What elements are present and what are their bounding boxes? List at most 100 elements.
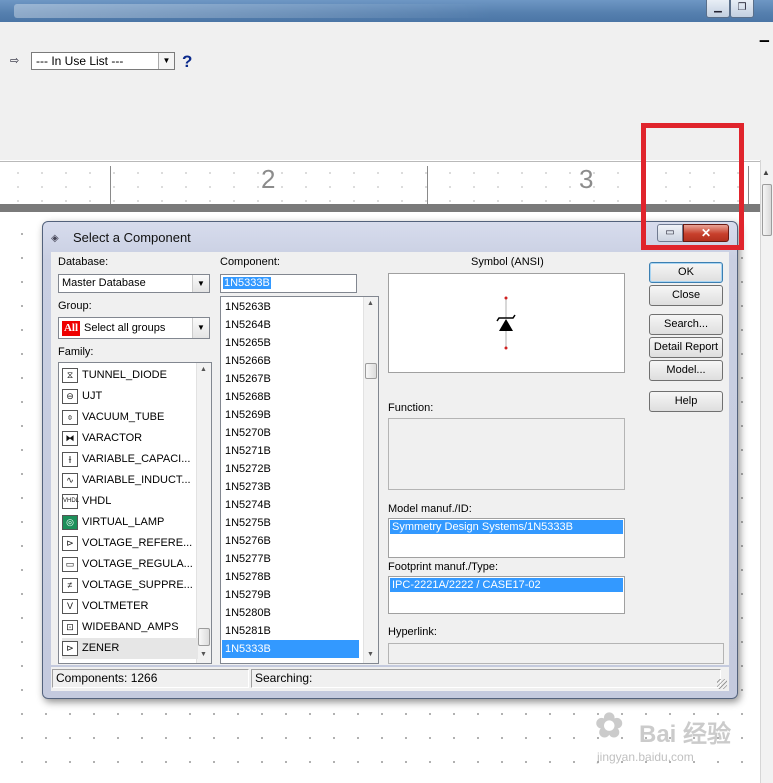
family-item[interactable]: ⊳ ZENER (62, 638, 198, 659)
tunnel-diode-icon: ⧖ (62, 367, 78, 383)
help-button[interactable]: ? (182, 52, 192, 72)
baidu-jingyan-watermark: ✿ Bai 经验 jingyan.baidu.com (595, 700, 765, 770)
main-minimize-button[interactable]: ▁ (706, 0, 730, 18)
footprint-list[interactable]: IPC-2221A/2222 / CASE17-02 (388, 576, 625, 614)
dialog-app-icon: ◈ (51, 233, 59, 244)
component-item[interactable]: 1N5281B (222, 622, 359, 640)
in-use-list-select[interactable]: --- In Use List --- ▼ (31, 52, 175, 70)
status-searching: Searching: (251, 669, 721, 688)
canvas-vertical-scrollbar[interactable]: ▲ (760, 160, 773, 783)
family-item[interactable]: ⊖ UJT (62, 386, 198, 407)
component-item[interactable]: 1N5271B (222, 442, 359, 460)
database-value: Master Database (62, 277, 146, 289)
model-list[interactable]: Symmetry Design Systems/1N5333B (388, 518, 625, 558)
chevron-down-icon[interactable]: ▼ (192, 275, 209, 292)
database-label: Database: (58, 256, 109, 268)
wideband-amps-icon: ⊡ (62, 619, 78, 635)
close-button[interactable]: Close (649, 285, 723, 306)
family-list-scrollbar[interactable]: ▲ ▼ (196, 363, 211, 663)
chevron-down-icon[interactable]: ▼ (158, 53, 174, 69)
component-item[interactable]: 1N5268B (222, 388, 359, 406)
scroll-thumb[interactable] (762, 184, 772, 236)
component-list-scrollbar[interactable]: ▲ ▼ (363, 297, 378, 663)
scroll-down-icon[interactable]: ▼ (200, 651, 207, 658)
component-item[interactable]: 1N5269B (222, 406, 359, 424)
component-item[interactable]: 1N5272B (222, 460, 359, 478)
component-item[interactable]: 1N5266B (222, 352, 359, 370)
family-item[interactable]: ⧖ TUNNEL_DIODE (62, 365, 198, 386)
main-window-titlebar: ▁ ❐ (0, 0, 773, 22)
component-item[interactable]: 1N5265B (222, 334, 359, 352)
voltmeter-icon: V (62, 598, 78, 614)
component-item[interactable]: 1N5275B (222, 514, 359, 532)
family-item[interactable]: V VOLTMETER (62, 596, 198, 617)
scroll-down-icon[interactable]: ▼ (367, 651, 374, 658)
family-item[interactable]: ⌽ VACUUM_TUBE (62, 407, 198, 428)
component-item[interactable]: 1N5270B (222, 424, 359, 442)
component-item[interactable]: 1N5278B (222, 568, 359, 586)
database-select[interactable]: Master Database ▼ (58, 274, 210, 293)
family-item-label: VARIABLE_INDUCT... (82, 474, 191, 486)
component-item[interactable]: 1N5280B (222, 604, 359, 622)
scroll-up-icon[interactable]: ▲ (200, 366, 207, 373)
blurred-window-title (14, 4, 494, 18)
component-item[interactable]: 1N5277B (222, 550, 359, 568)
family-item[interactable]: ⊡ WIDEBAND_AMPS (62, 617, 198, 638)
component-item[interactable]: 1N5279B (222, 586, 359, 604)
family-item[interactable]: ⫲ VARIABLE_CAPACI... (62, 449, 198, 470)
family-item[interactable]: ≠ VOLTAGE_SUPPRE... (62, 575, 198, 596)
family-item-label: VIRTUAL_LAMP (82, 516, 165, 528)
symbol-preview (388, 273, 625, 373)
component-search-input[interactable]: 1N5333B (220, 274, 357, 293)
component-item[interactable]: 1N5267B (222, 370, 359, 388)
function-box (388, 418, 625, 490)
mdi-minimize-icon[interactable]: ▁ (760, 29, 769, 41)
family-item[interactable]: ∿ VARIABLE_INDUCT... (62, 470, 198, 491)
component-item[interactable]: 1N5274B (222, 496, 359, 514)
family-label: Family: (58, 346, 94, 358)
group-select[interactable]: All Select all groups ▼ (58, 317, 210, 339)
scroll-thumb[interactable] (198, 628, 210, 646)
vacuum-tube-icon: ⌽ (62, 409, 78, 425)
place-arrow-icon[interactable]: ⇨ (10, 55, 24, 67)
voltage-reference-icon: ⊳ (62, 535, 78, 551)
family-item-label: VOLTMETER (82, 600, 149, 612)
virtual-lamp-icon: ◎ (62, 514, 78, 530)
model-button[interactable]: Model... (649, 360, 723, 381)
resize-grip-icon[interactable] (717, 679, 727, 689)
hyperlink-field[interactable] (388, 643, 724, 664)
family-item[interactable]: ⊳ VOLTAGE_REFERE... (62, 533, 198, 554)
component-item[interactable]: 1N5264B (222, 316, 359, 334)
baidu-paw-icon: ✿ (595, 707, 624, 745)
component-item[interactable]: 1N5273B (222, 478, 359, 496)
main-restore-button[interactable]: ❐ (730, 0, 754, 18)
component-item[interactable]: 1N5263B (222, 298, 359, 316)
red-highlight-annotation (641, 123, 744, 250)
component-input-value: 1N5333B (223, 277, 271, 289)
vhdl-icon: VHDL (62, 493, 79, 509)
group-label: Group: (58, 300, 92, 312)
footprint-value[interactable]: IPC-2221A/2222 / CASE17-02 (390, 578, 623, 592)
component-item[interactable]: 1N5276B (222, 532, 359, 550)
family-item[interactable]: ⧓ VARACTOR (62, 428, 198, 449)
ruler-label-2: 2 (261, 164, 276, 194)
chevron-down-icon[interactable]: ▼ (192, 318, 209, 338)
family-item[interactable]: ▭ VOLTAGE_REGULA... (62, 554, 198, 575)
component-list[interactable]: ▲ ▼ 1N5263B 1N5264B 1N5265B 1N5266B 1N5267B 1… (220, 296, 379, 664)
search-button[interactable]: Search... (649, 314, 723, 335)
detail-report-button[interactable]: Detail Report (649, 337, 723, 358)
scroll-up-icon[interactable]: ▲ (367, 300, 374, 307)
ruler-divider (427, 166, 428, 204)
symbol-label: Symbol (ANSI) (471, 256, 544, 268)
help-dialog-button[interactable]: Help (649, 391, 723, 412)
scroll-thumb[interactable] (365, 363, 377, 379)
scroll-up-icon[interactable]: ▲ (762, 168, 770, 177)
family-item-label: VOLTAGE_REGULA... (82, 558, 193, 570)
component-item[interactable]: 1N5333B (222, 640, 359, 658)
family-list[interactable]: ▲ ▼ ⧖ TUNNEL_DIODE ⊖ UJT ⌽ VACUUM_TUBE ⧓ VARACT… (58, 362, 212, 664)
dialog-body: Database: Master Database ▼ Group: All Se… (51, 252, 729, 665)
family-item[interactable]: VHDL VHDL (62, 491, 198, 512)
ok-button[interactable]: OK (649, 262, 723, 283)
family-item[interactable]: ◎ VIRTUAL_LAMP (62, 512, 198, 533)
model-value[interactable]: Symmetry Design Systems/1N5333B (390, 520, 623, 534)
